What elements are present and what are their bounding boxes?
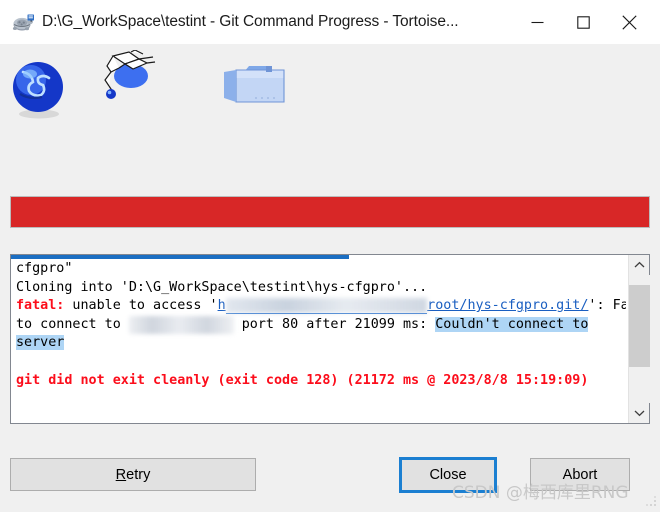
retry-accel-letter: R [115,466,127,483]
log-segment: Couldn't connect to [435,316,589,332]
log-line: cfgpro" [16,260,626,279]
progress-bar-fill [11,197,649,227]
log-segment: cfgpro" [16,261,73,276]
log-segment: 192.168.x.xxx [128,315,234,335]
tortoise-git-icon [10,9,36,35]
git-output-log-panel[interactable]: cfgpro" Cloning into 'D:\G_WorkSpace\test… [10,254,650,424]
flying-documents-icon [95,49,159,107]
log-segment: Cloning into 'D:\G_WorkSpace\testint\hys… [16,279,428,295]
log-segment[interactable]: h [218,298,226,313]
log-output-text: cfgpro" Cloning into 'D:\G_WorkSpace\test… [16,260,626,421]
retry-button[interactable]: Retry [10,458,256,491]
maximize-button[interactable] [560,0,606,44]
abort-button[interactable]: Abort [530,458,630,491]
scroll-up-arrow-icon[interactable] [629,255,650,275]
resize-grip-icon[interactable] [645,494,657,506]
vertical-scrollbar[interactable] [628,255,650,423]
log-segment: server [16,335,65,351]
close-button-label: Close [429,467,467,483]
log-segment[interactable]: root/hys-cfgpro.git/ [427,298,588,313]
log-segment: fatal: [16,298,65,314]
window-title: D:\G_WorkSpace\testint - Git Command Pro… [42,13,459,30]
abort-button-label: Abort [562,466,598,483]
horizontal-scrollbar[interactable] [11,255,649,259]
log-segment: ': Failed [588,298,626,314]
transfer-animation-area [0,44,660,196]
log-segment: port 80 after 21099 ms: [233,316,436,332]
vertical-scrollbar-thumb[interactable] [629,285,650,368]
log-line: fatal: unable to access 'http://192.168.… [16,297,626,316]
globe-icon [10,58,68,125]
retry-label-rest: etry [126,466,151,483]
scroll-down-arrow-icon[interactable] [629,403,650,423]
log-line: to connect to 192.168.x.xxx port 80 afte… [16,315,626,335]
vertical-scrollbar-track[interactable] [629,275,650,403]
log-segment: ttp://192.168.x.xxx:xxxx/ [225,297,428,316]
close-window-button[interactable] [606,0,652,44]
minimize-button[interactable] [514,0,560,44]
log-line: Cloning into 'D:\G_WorkSpace\testint\hys… [16,279,626,298]
folder-icon [222,58,288,121]
log-segment: unable to access ' [64,298,218,314]
log-segment: to connect to [16,316,129,332]
close-dialog-button[interactable]: Close [399,457,497,493]
log-line: server [16,334,626,353]
title-bar[interactable]: D:\G_WorkSpace\testint - Git Command Pro… [0,0,660,44]
log-segment: git did not exit cleanly (exit code 128)… [16,372,589,388]
progress-bar [10,196,650,228]
horizontal-scrollbar-thumb[interactable] [11,255,350,259]
log-line: git did not exit cleanly (exit code 128)… [16,372,626,391]
retry-button-label: Retry [116,467,151,483]
